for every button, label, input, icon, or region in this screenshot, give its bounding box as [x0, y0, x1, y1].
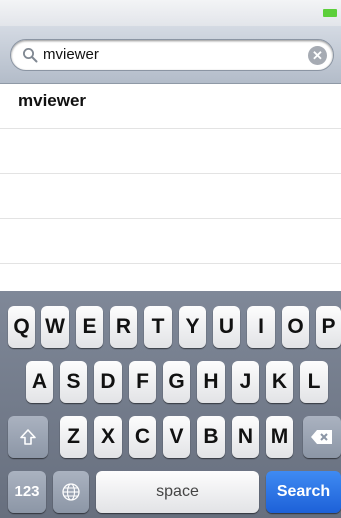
key-v[interactable]: V	[163, 416, 190, 458]
key-o[interactable]: O	[282, 306, 309, 348]
key-f[interactable]: F	[129, 361, 156, 403]
shift-icon	[20, 429, 36, 446]
space-key[interactable]: space	[96, 471, 259, 513]
clear-button[interactable]: ✕	[308, 46, 327, 65]
search-input[interactable]	[43, 40, 293, 70]
globe-key[interactable]	[53, 471, 89, 513]
key-j[interactable]: J	[232, 361, 259, 403]
key-q[interactable]: Q	[8, 306, 35, 348]
globe-icon	[62, 483, 80, 502]
key-b[interactable]: B	[197, 416, 225, 458]
key-n[interactable]: N	[232, 416, 259, 458]
key-c[interactable]: C	[129, 416, 156, 458]
key-i[interactable]: I	[247, 306, 275, 348]
backspace-icon	[311, 430, 332, 445]
key-d[interactable]: D	[94, 361, 122, 403]
list-item	[0, 129, 341, 174]
key-k[interactable]: K	[266, 361, 293, 403]
key-t[interactable]: T	[144, 306, 172, 348]
key-e[interactable]: E	[76, 306, 103, 348]
key-y[interactable]: Y	[179, 306, 206, 348]
key-z[interactable]: Z	[60, 416, 87, 458]
search-bar: ✕	[0, 26, 341, 84]
key-x[interactable]: X	[94, 416, 122, 458]
search-key[interactable]: Search	[266, 471, 341, 513]
list-item	[0, 219, 341, 264]
status-bar	[0, 0, 341, 26]
key-h[interactable]: H	[197, 361, 225, 403]
delete-key[interactable]	[303, 416, 341, 458]
key-m[interactable]: M	[266, 416, 293, 458]
shift-key[interactable]	[8, 416, 48, 458]
keyboard: Q W E R T Y U I O P A S D F G H J K L Z …	[0, 291, 341, 518]
numbers-key[interactable]: 123	[8, 471, 46, 513]
clear-icon: ✕	[312, 48, 323, 63]
key-l[interactable]: L	[300, 361, 328, 403]
key-s[interactable]: S	[60, 361, 87, 403]
key-g[interactable]: G	[163, 361, 190, 403]
key-r[interactable]: R	[110, 306, 137, 348]
search-icon	[23, 48, 38, 63]
battery-icon	[323, 9, 337, 17]
key-w[interactable]: W	[41, 306, 69, 348]
key-a[interactable]: A	[26, 361, 53, 403]
search-results-list: mviewer	[0, 84, 341, 309]
key-u[interactable]: U	[213, 306, 240, 348]
key-p[interactable]: P	[316, 306, 341, 348]
list-item	[0, 174, 341, 219]
search-field[interactable]: ✕	[10, 39, 334, 71]
list-item[interactable]: mviewer	[0, 84, 341, 129]
